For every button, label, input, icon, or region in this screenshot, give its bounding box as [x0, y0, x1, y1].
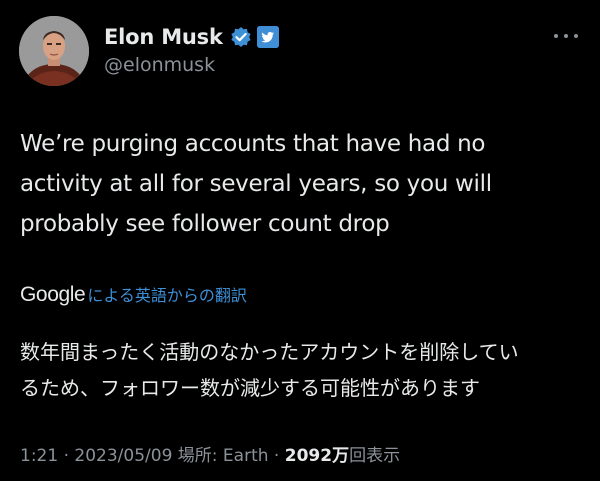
tweet-text-line: We’re purging accounts that have had no [20, 131, 486, 157]
tweet-text-line: activity at all for several years, so yo… [20, 171, 492, 197]
views-count: 2092 [284, 446, 333, 466]
translated-text: 数年間まったく活動のなかったアカウントを削除してい るため、フォロワー数が減少す… [20, 334, 580, 406]
tweet-date[interactable]: 2023/05/09 [74, 446, 172, 466]
tweet-card: Elon Musk @elonmusk We’re purging accoun… [0, 0, 600, 481]
google-logo: Google [20, 283, 86, 306]
tweet-meta: 1:21 · 2023/05/09 場所: Earth · 2092万回表示 [20, 441, 400, 466]
tweet-location: 場所: Earth [177, 446, 269, 466]
author-handle[interactable]: @elonmusk [104, 54, 215, 76]
translation-label[interactable]: による英語からの翻訳 [87, 282, 247, 306]
more-options-icon[interactable] [552, 26, 580, 38]
views-label: 回表示 [349, 446, 401, 466]
translation-attribution[interactable]: Google による英語からの翻訳 [20, 282, 247, 307]
avatar[interactable] [19, 16, 89, 86]
translated-text-line: るため、フォロワー数が減少する可能性があります [20, 376, 480, 400]
meta-separator: · [268, 446, 285, 466]
author-name-row: Elon Musk [104, 22, 279, 52]
author-display-name[interactable]: Elon Musk [104, 25, 223, 49]
translated-text-line: 数年間まったく活動のなかったアカウントを削除してい [20, 340, 519, 364]
meta-separator: · [58, 446, 75, 466]
tweet-text: We’re purging accounts that have had no … [20, 124, 565, 244]
verified-badge-icon [230, 26, 252, 48]
tweet-time[interactable]: 1:21 [20, 446, 58, 466]
twitter-bird-icon[interactable] [256, 26, 279, 48]
tweet-text-line: probably see follower count drop [20, 211, 390, 237]
views-unit: 万 [332, 446, 350, 466]
